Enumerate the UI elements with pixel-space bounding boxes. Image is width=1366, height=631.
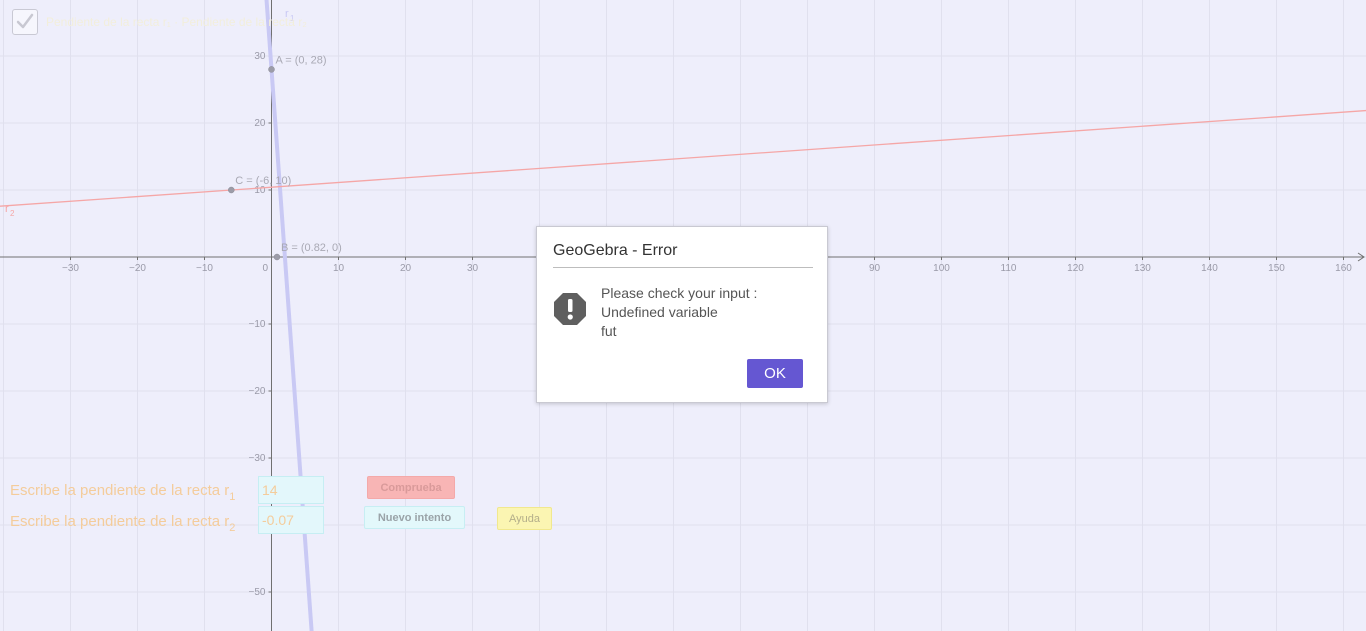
x-tick-label: 30 (467, 263, 479, 274)
slope-question-text: Escribe la pendiente de la recta r (10, 513, 230, 530)
dialog-divider (553, 267, 813, 268)
graph-points: A = (0, 28) B = (0.82, 0) C = (-6, 10) (228, 54, 342, 261)
x-tick-label: −30 (62, 263, 79, 274)
x-tick-label: 150 (1268, 263, 1285, 274)
dialog-message-line: Undefined variable (601, 304, 718, 320)
y-tick-label: −50 (249, 587, 266, 598)
show-slopes-checkbox[interactable] (12, 9, 38, 35)
x-tick-label: 90 (869, 263, 881, 274)
slope-input-r1[interactable] (258, 476, 324, 504)
x-tick-label: 110 (1001, 263, 1017, 274)
dialog-message-line: fut (601, 323, 617, 339)
exclamation-icon (554, 293, 586, 325)
x-tick-label: 140 (1201, 263, 1218, 274)
line-label-r2: r (5, 203, 9, 215)
x-tick-label: −10 (196, 263, 213, 274)
slope-question-sub: 1 (229, 491, 236, 503)
slope-question-r1: Escribe la pendiente de la recta r1 (10, 482, 235, 503)
point-A[interactable] (268, 66, 275, 73)
slope-question-sub: 2 (229, 522, 236, 534)
y-tick-label: −10 (249, 319, 266, 330)
dialog-message-line: Please check your input : (601, 285, 758, 301)
x-tick-label: 10 (333, 263, 345, 274)
line-r1[interactable] (264, 0, 314, 631)
y-tick-label: 30 (254, 51, 266, 62)
point-B[interactable] (273, 253, 281, 261)
error-dialog: GeoGebra - Error Please check your input… (536, 226, 828, 403)
help-button[interactable]: Ayuda (497, 507, 552, 530)
y-tick-label: −30 (249, 453, 266, 464)
dialog-title: GeoGebra - Error (553, 242, 678, 259)
geogebra-app: −30 −20 −10 0 10 20 30 90 100 110 120 130 140 150 160 3… (0, 0, 1366, 631)
y-tick-label: −20 (249, 386, 266, 397)
point-label-A: A = (0, 28) (276, 54, 327, 66)
checkbox-label: Pendiente de la recta r₁ · Pendiente de … (46, 15, 307, 29)
x-tick-label: 100 (933, 263, 950, 274)
point-C[interactable] (228, 186, 235, 194)
ok-button[interactable]: OK (747, 359, 803, 388)
x-tick-label: 130 (1134, 263, 1151, 274)
dialog-message: Please check your input : Undefined vari… (601, 284, 811, 341)
x-tick-label: 120 (1067, 263, 1084, 274)
point-label-B: B = (0.82, 0) (281, 242, 342, 254)
x-tick-label: 20 (400, 263, 412, 274)
checkmark-icon (16, 13, 34, 29)
retry-button[interactable]: Nuevo intento (364, 506, 465, 529)
x-tick-label: 0 (263, 263, 269, 274)
check-button[interactable]: Comprueba (367, 476, 455, 499)
slope-input-r2[interactable] (258, 506, 324, 534)
x-tick-label: 160 (1335, 263, 1352, 274)
slope-question-text: Escribe la pendiente de la recta r (10, 482, 230, 499)
line-label-sub-r2: 2 (10, 209, 15, 218)
y-tick-label: 20 (254, 118, 266, 129)
slope-question-r2: Escribe la pendiente de la recta r2 (10, 513, 235, 534)
x-tick-label: −20 (129, 263, 146, 274)
point-label-C: C = (-6, 10) (235, 175, 291, 187)
